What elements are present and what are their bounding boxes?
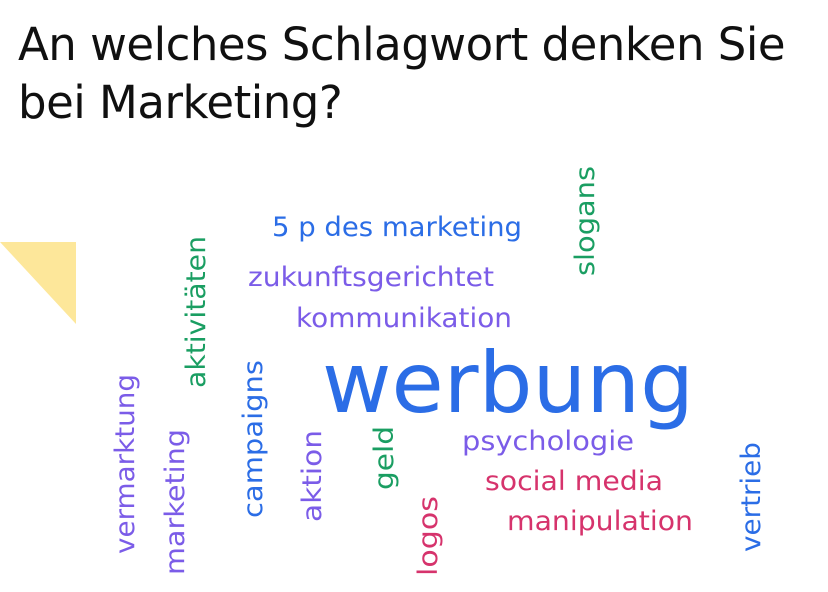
word-social-media: social media — [485, 466, 663, 497]
word-aktion: aktion — [297, 430, 328, 522]
word-logos: logos — [413, 496, 444, 576]
word-slogans: slogans — [570, 166, 601, 276]
word-cloud: werbung 5 p des marketing zukunftsgerich… — [110, 166, 767, 576]
word-kommunikation: kommunikation — [296, 303, 512, 334]
word-vermarktung: vermarktung — [110, 374, 141, 554]
word-aktivitaeten: aktivitäten — [181, 236, 212, 388]
word-psychologie: psychologie — [462, 426, 634, 457]
word-werbung: werbung — [322, 334, 694, 432]
word-geld: geld — [369, 426, 400, 490]
word-zukunftsgerichtet: zukunftsgerichtet — [248, 262, 494, 293]
word-5-p-des-marketing: 5 p des marketing — [272, 212, 522, 243]
word-campaigns: campaigns — [238, 360, 269, 518]
word-manipulation: manipulation — [507, 506, 693, 537]
word-marketing: marketing — [160, 429, 191, 575]
word-vertrieb: vertrieb — [736, 442, 767, 552]
